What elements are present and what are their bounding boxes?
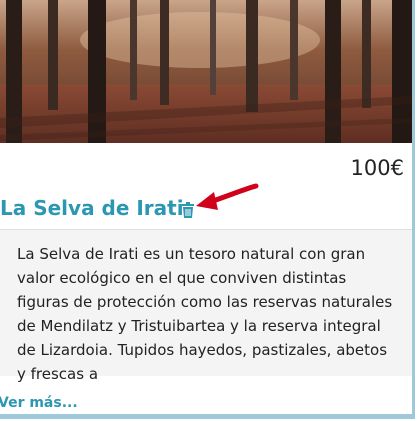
description-text: La Selva de Irati es un tesoro natural c… bbox=[17, 245, 393, 383]
forest-photo bbox=[0, 0, 412, 143]
description-box: La Selva de Irati es un tesoro natural c… bbox=[0, 229, 412, 383]
red-arrow-annotation bbox=[196, 183, 259, 210]
price: 100€ bbox=[350, 156, 404, 180]
card-title[interactable]: La Selva de Irati bbox=[0, 196, 184, 220]
read-more-link[interactable]: Ver más... bbox=[0, 395, 78, 411]
tour-card: 100€ La Selva de Irati La Selva de Irati… bbox=[0, 0, 415, 419]
